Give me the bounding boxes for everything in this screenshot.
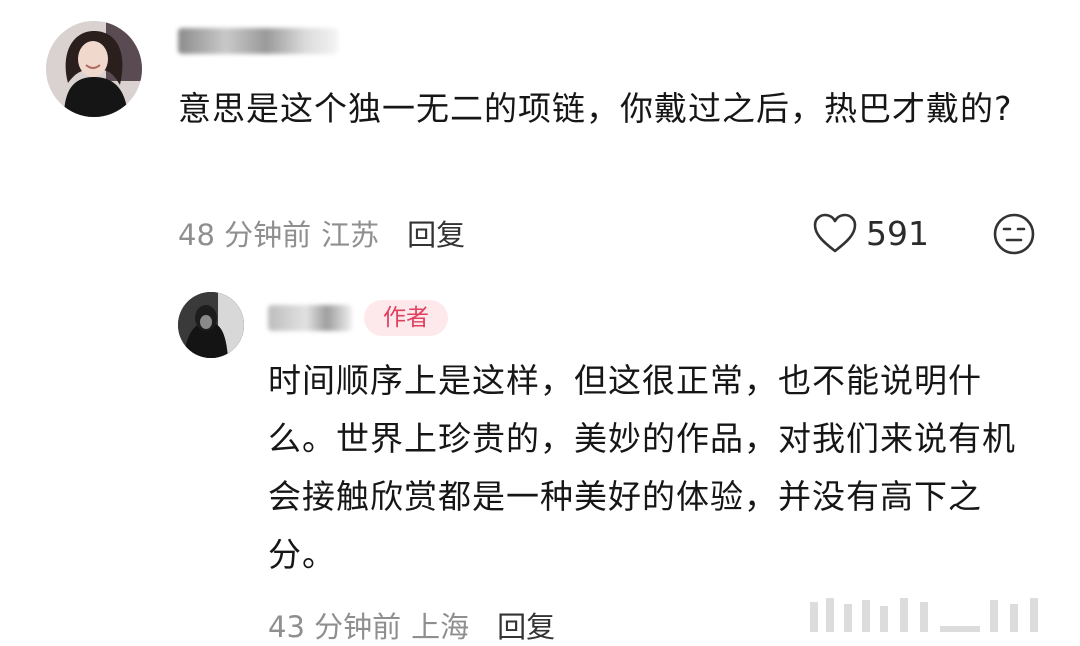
author-avatar[interactable] — [178, 292, 244, 358]
commenter-avatar[interactable] — [46, 21, 142, 117]
neutral-face-icon — [993, 213, 1035, 255]
heart-icon — [813, 213, 857, 253]
comment-meta: 48 分钟前 江苏 回复 — [178, 212, 475, 254]
comment-time: 48 分钟前 — [178, 218, 312, 252]
author-badge: 作者 — [364, 300, 448, 336]
like-count: 591 — [866, 213, 929, 253]
comment-text: 意思是这个独一无二的项链，你戴过之后，热巴才戴的? — [178, 89, 1013, 128]
reply-meta: 43 分钟前 上海 回复 — [268, 604, 565, 646]
like-button[interactable]: 591 — [812, 212, 929, 254]
watermark-image — [810, 598, 1038, 632]
avatar-portrait-image — [46, 21, 142, 117]
reply-location: 上海 — [411, 610, 470, 644]
dislike-button[interactable] — [992, 212, 1036, 256]
commenter-username-blurred[interactable] — [178, 28, 338, 54]
avatar-dark-image — [178, 292, 244, 358]
reply-button[interactable]: 回复 — [407, 218, 465, 252]
reply-time: 43 分钟前 — [268, 610, 402, 644]
comment-location: 江苏 — [321, 218, 380, 252]
reply-text: 时间顺序上是这样，但这很正常，也不能说明什么。世界上珍贵的，美妙的作品，对我们来… — [268, 361, 1016, 574]
author-username-blurred[interactable] — [268, 305, 352, 331]
reply-reply-button[interactable]: 回复 — [497, 610, 555, 644]
